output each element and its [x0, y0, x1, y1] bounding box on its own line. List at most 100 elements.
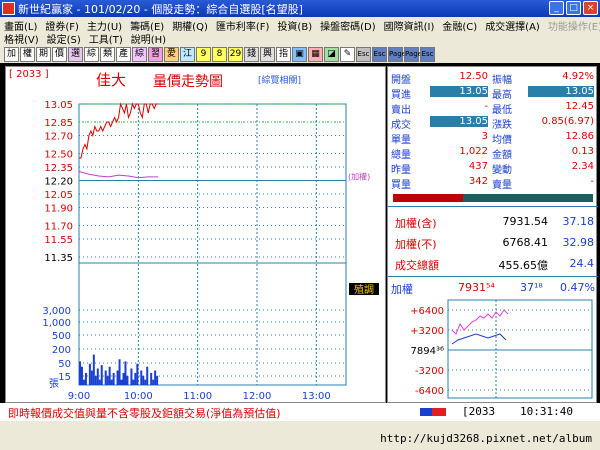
- mini-tick-label: -3200: [415, 366, 444, 377]
- flag-red: [432, 408, 446, 416]
- quote-label: 最高: [492, 90, 512, 101]
- quote-label: 漲跌: [492, 120, 512, 131]
- volume-bar: [142, 375, 145, 385]
- toolbar-button-21[interactable]: ✎: [340, 46, 355, 62]
- toolbar-button-19[interactable]: ▦: [308, 46, 323, 62]
- toolbar-button-20[interactable]: ◪: [324, 46, 339, 62]
- toolbar-button-12[interactable]: 9: [196, 46, 211, 62]
- quote-value: -: [484, 101, 488, 112]
- mini-tick-label: 7894³⁶: [411, 346, 444, 357]
- toolbar-button-7[interactable]: 產: [116, 46, 131, 62]
- volume-bar: [104, 370, 107, 385]
- quote-label: 最低: [492, 105, 512, 116]
- quote-label: 賣出: [391, 105, 411, 116]
- quote-label: 金額: [492, 150, 512, 161]
- quote-label: 總量: [391, 150, 411, 161]
- price-tick-label: 12.05: [44, 190, 73, 201]
- menu-bar: 畫面(L) 證券(F) 主力(U) 籌碼(E) 期權(Q) 匯市利率(F) 投資(B) 操盤密…: [0, 17, 600, 46]
- volume-tick-label: 15: [58, 372, 71, 383]
- toolbar-button-11[interactable]: 江: [180, 46, 195, 62]
- toolbar-button-15[interactable]: 錢: [244, 46, 259, 62]
- menu-item-1-8[interactable]: 國際資訊(I): [384, 18, 435, 33]
- menu-item-2-3[interactable]: 說明(H): [131, 31, 166, 46]
- quote-panel: 加權 7931⁵⁴ 37¹⁸ 0.47% +6400 +3200 7894³⁶ -32…: [387, 66, 598, 403]
- toolbar-button-1[interactable]: 權: [20, 46, 35, 62]
- menu-item-1-10[interactable]: 成交選擇(A): [485, 18, 540, 33]
- toolbar-button-13[interactable]: 8: [212, 46, 227, 62]
- quote-value: 3: [481, 131, 488, 142]
- volume-bar: [136, 363, 139, 385]
- menu-item-1-6[interactable]: 投資(B): [277, 18, 312, 33]
- quote-row: 單量 3 均價 12.86: [388, 131, 598, 146]
- volume-bar: [80, 366, 83, 385]
- mini-index-value: 7931⁵⁴: [458, 281, 495, 294]
- footer: http://kujd3268.pixnet.net/album: [0, 421, 600, 450]
- menu-item-2-0[interactable]: 格視(V): [4, 31, 39, 46]
- volume-bar: [132, 379, 135, 385]
- price-tick-label: 12.70: [44, 132, 73, 143]
- toolbar-button-3[interactable]: 價: [52, 46, 67, 62]
- quote-row: 總量 1,022 金額 0.13: [388, 146, 598, 161]
- menu-item-1-7[interactable]: 操盤密碼(D): [320, 18, 376, 33]
- volume-tick-label: 50: [58, 359, 71, 370]
- toolbar-button-22[interactable]: Esc: [356, 46, 371, 62]
- index-label: 加權(不): [395, 238, 437, 251]
- volume-bar: [144, 379, 147, 385]
- toolbar-button-26[interactable]: Esc: [420, 46, 435, 62]
- sell-ratio-fill: [463, 194, 593, 202]
- toolbar-button-9[interactable]: 習: [148, 46, 163, 62]
- toolbar-button-2[interactable]: 期: [36, 46, 51, 62]
- toolbar-button-24[interactable]: Page: [388, 46, 406, 62]
- quote-row: 買進 13.05 最高 13.05: [388, 86, 598, 101]
- volume-bar: [78, 361, 81, 385]
- quote-value: 437: [468, 161, 488, 172]
- price-line: [79, 102, 159, 159]
- index-label: 成交總額: [395, 259, 439, 272]
- toolbar-button-18[interactable]: ▣: [292, 46, 307, 62]
- time-tick-label: 10:00: [124, 391, 153, 402]
- volume-bar: [134, 372, 137, 385]
- divider: [388, 276, 598, 277]
- right-box-label: 殖調: [354, 283, 374, 296]
- quote-value: 12.45: [565, 101, 594, 112]
- volume-bar: [116, 370, 119, 385]
- index-v2: 24.4: [569, 257, 595, 270]
- toolbar-button-14[interactable]: 29: [228, 46, 243, 62]
- quote-value: 2.34: [571, 161, 594, 172]
- maximize-button[interactable]: □: [566, 1, 581, 15]
- menu-item-2-2[interactable]: 工具(T): [89, 31, 123, 46]
- menu-item-2-1[interactable]: 設定(S): [47, 31, 81, 46]
- menu-item-1-9[interactable]: 金融(C): [442, 18, 477, 33]
- volume-bar: [126, 375, 129, 385]
- menu-item-1-5[interactable]: 匯市利率(F): [216, 18, 270, 33]
- toolbar-button-6[interactable]: 類: [100, 46, 115, 62]
- close-button[interactable]: ×: [583, 1, 598, 15]
- toolbar-button-17[interactable]: 指: [276, 46, 291, 62]
- toolbar-button-5[interactable]: 綜: [84, 46, 99, 62]
- index-v1: 455.65億: [498, 259, 549, 272]
- time-tick-label: 12:00: [243, 391, 272, 402]
- toolbar-button-8[interactable]: 綜: [132, 46, 147, 62]
- menu-item-1-4[interactable]: 期權(Q): [172, 18, 208, 33]
- minimize-button[interactable]: _: [549, 1, 564, 15]
- menu-item-1-11: 功能操作(E): [547, 22, 600, 33]
- price-tick-label: 13.05: [44, 100, 73, 111]
- average-price-line: [78, 171, 159, 179]
- quote-label: 開盤: [391, 75, 411, 86]
- toolbar-button-25[interactable]: Page: [404, 46, 422, 62]
- quote-label: 賣量: [492, 180, 512, 191]
- toolbar-button-4[interactable]: 選: [68, 46, 83, 62]
- index-v2: 37.18: [562, 215, 595, 228]
- toolbar-button-23[interactable]: Esc: [372, 46, 387, 62]
- title-bar: 新世紀贏家 - 101/02/20 - 個股走勢：綜合自選股[名望股] _ □ …: [0, 0, 600, 17]
- volume-bar: [100, 365, 103, 385]
- toolbar-button-16[interactable]: 興: [260, 46, 275, 62]
- toolbar-button-10[interactable]: 愛: [164, 46, 179, 62]
- quote-value: 13.05: [430, 86, 488, 97]
- volume-tick-label: 200: [52, 345, 71, 356]
- toolbar-button-0[interactable]: 加: [4, 46, 19, 62]
- volume-tick-label: 1,000: [42, 318, 71, 329]
- price-tick-label: 12.85: [44, 118, 73, 129]
- buy-sell-ratio-bar: [393, 194, 593, 202]
- quote-label: 單量: [391, 135, 411, 146]
